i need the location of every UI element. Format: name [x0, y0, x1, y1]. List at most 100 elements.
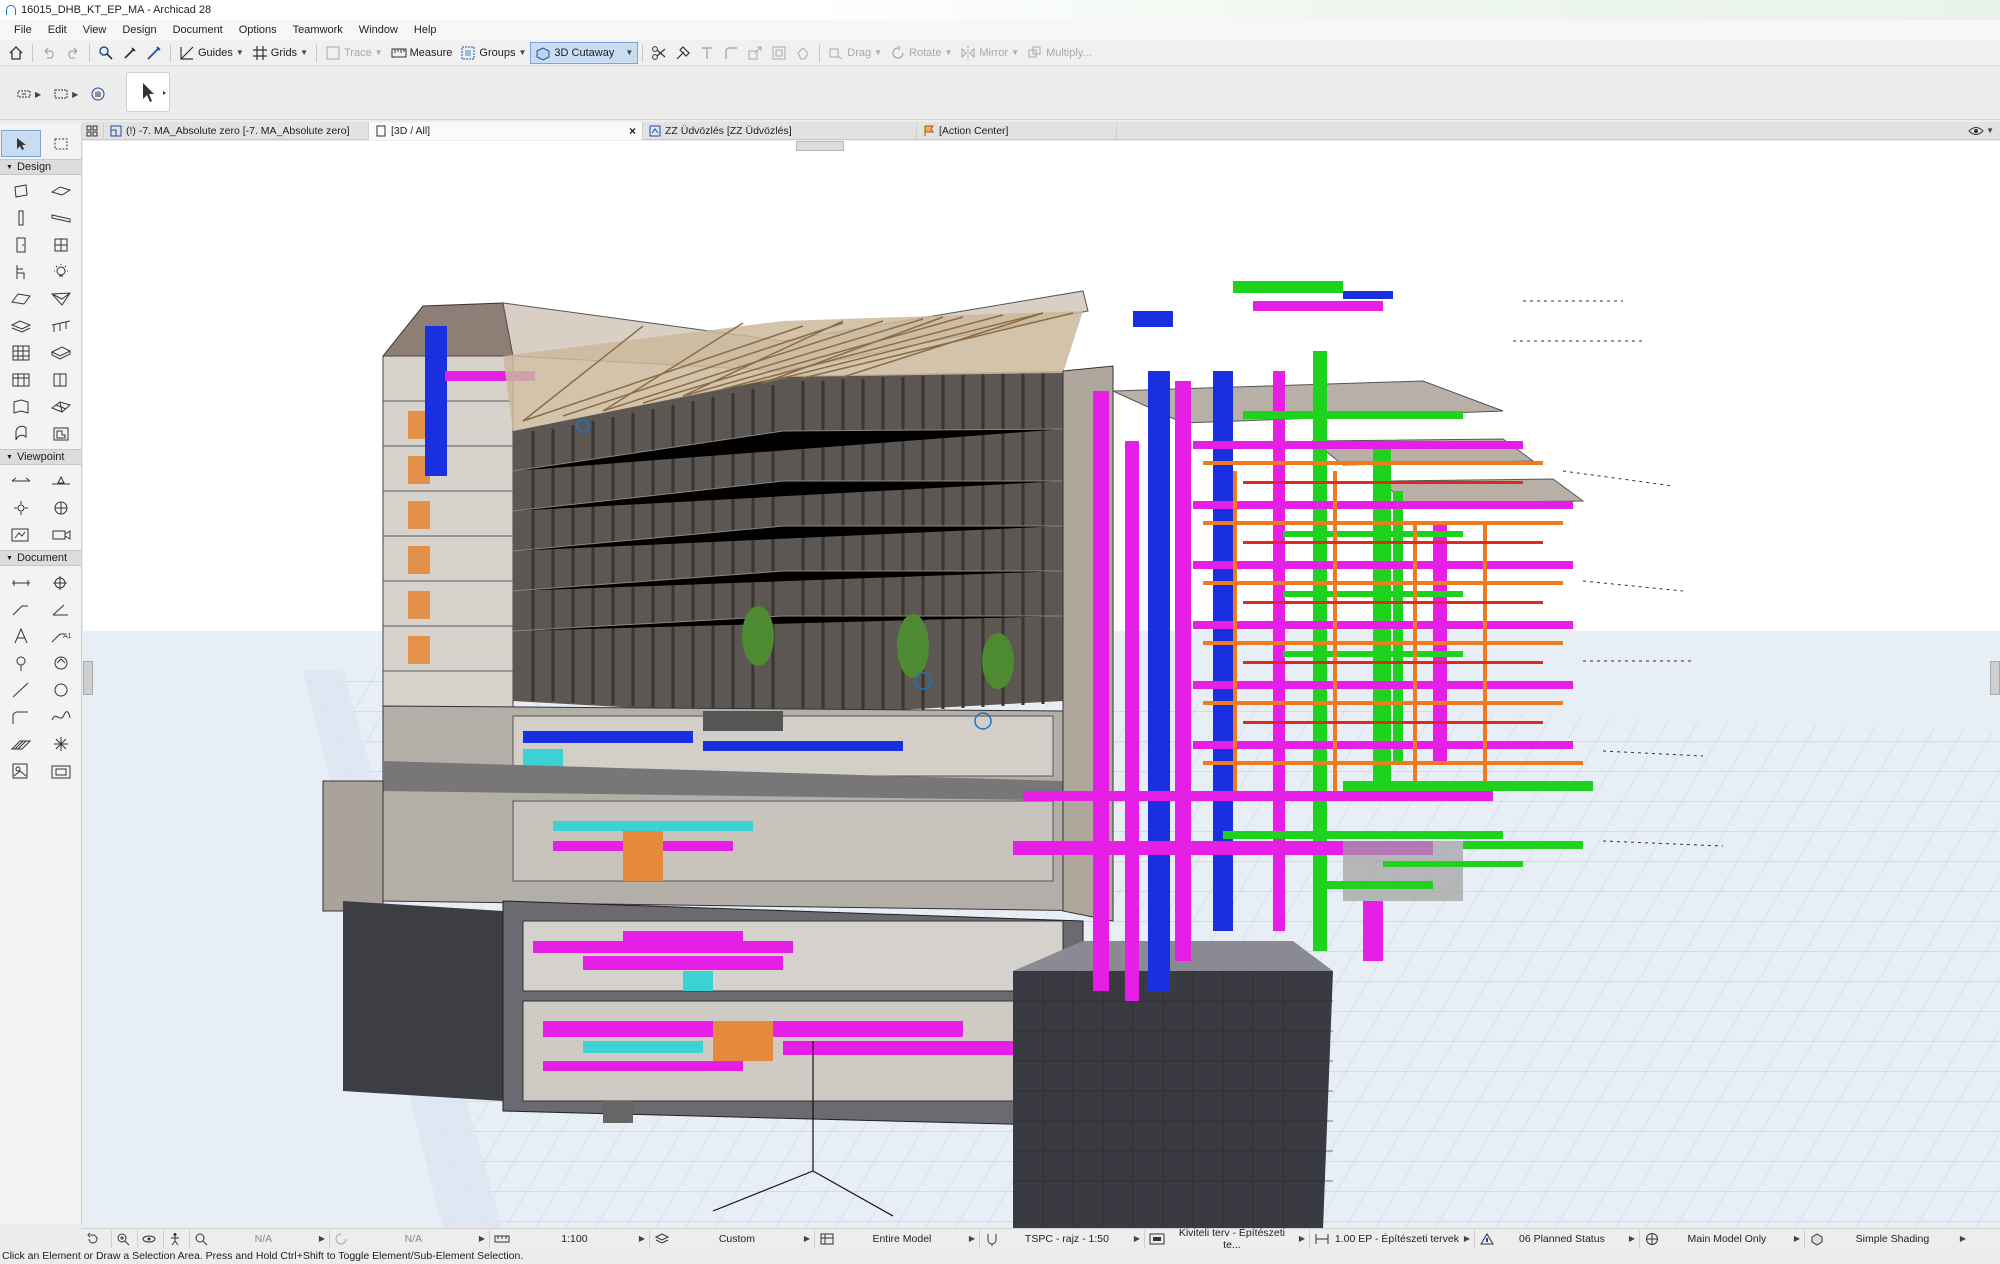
- undo-zoom-button[interactable]: [82, 1229, 112, 1248]
- tab-action-center[interactable]: [Action Center]: [917, 121, 1117, 140]
- marquee-tool[interactable]: [41, 130, 81, 157]
- scale-field[interactable]: 1:100 ▶: [490, 1229, 650, 1248]
- measure-button[interactable]: Measure: [387, 42, 457, 64]
- left-panel-handle[interactable]: [83, 661, 93, 695]
- object-tool[interactable]: [1, 258, 41, 285]
- grids-button[interactable]: Grids ▼: [248, 42, 312, 64]
- fillet-button[interactable]: [719, 42, 743, 64]
- skylight-tool[interactable]: [41, 366, 81, 393]
- shell-tool[interactable]: [41, 285, 81, 312]
- drag-button[interactable]: Drag ▼: [824, 42, 886, 64]
- zone-tool[interactable]: [1, 366, 41, 393]
- menu-window[interactable]: Window: [351, 24, 406, 36]
- change-tool[interactable]: [41, 649, 81, 676]
- elevation-tool[interactable]: [41, 467, 81, 494]
- line-tool[interactable]: [1, 676, 41, 703]
- menu-edit[interactable]: Edit: [40, 24, 75, 36]
- railing-tool[interactable]: [41, 312, 81, 339]
- mvo-field[interactable]: Kiviteli terv - Építészeti te... ▶: [1145, 1227, 1310, 1251]
- wall-tool[interactable]: [1, 177, 41, 204]
- find-select-button[interactable]: [94, 42, 118, 64]
- angle-field[interactable]: N/A ▶: [330, 1229, 490, 1248]
- tab-3d[interactable]: [3D / All] ×: [369, 121, 643, 140]
- orbit-button[interactable]: [138, 1229, 164, 1248]
- opening-tool[interactable]: [1, 393, 41, 420]
- detail-tool[interactable]: [1, 521, 41, 548]
- offset-button[interactable]: [767, 42, 791, 64]
- design-section-header[interactable]: ▼ Design: [0, 159, 81, 175]
- eyedropper-button[interactable]: [118, 42, 142, 64]
- viewpoint-section-header[interactable]: ▼ Viewpoint: [0, 449, 81, 465]
- walk-button[interactable]: [164, 1229, 190, 1248]
- camera-tool[interactable]: [41, 521, 81, 548]
- fill-tool[interactable]: [1, 649, 41, 676]
- menu-teamwork[interactable]: Teamwork: [285, 24, 351, 36]
- rotate-view-button[interactable]: [86, 83, 110, 105]
- undo-button[interactable]: [37, 42, 61, 64]
- column-tool[interactable]: [1, 204, 41, 231]
- figure-tool[interactable]: [1, 757, 41, 784]
- 3d-style-field[interactable]: Simple Shading ▶: [1805, 1230, 1970, 1248]
- structural-function-field[interactable]: Main Model Only ▶: [1640, 1229, 1805, 1248]
- mirror-button[interactable]: Mirror ▼: [956, 42, 1023, 64]
- 3d-viewport[interactable]: [83, 141, 2000, 1229]
- pen-set-field[interactable]: TSPC - rajz - 1:50 ▶: [980, 1229, 1145, 1248]
- drawing-tool[interactable]: [41, 757, 81, 784]
- guides-button[interactable]: Guides ▼: [175, 42, 248, 64]
- radial-dimension-tool[interactable]: [1, 595, 41, 622]
- 3d-cutaway-button[interactable]: 3D Cutaway ▼: [530, 41, 639, 64]
- interior-elevation-tool[interactable]: [1, 494, 41, 521]
- split-button[interactable]: [647, 42, 671, 64]
- trace-button[interactable]: Trace ▼: [321, 42, 387, 64]
- angle-dimension-tool[interactable]: [41, 595, 81, 622]
- resize-button[interactable]: [743, 42, 767, 64]
- dimension-standard-field[interactable]: 1.00 EP - Építészeti tervek ▶: [1310, 1229, 1475, 1248]
- home-button[interactable]: [4, 42, 28, 64]
- stair-tool[interactable]: [1, 312, 41, 339]
- lamp-tool[interactable]: [41, 258, 81, 285]
- equipment-tool[interactable]: [41, 420, 81, 447]
- close-icon[interactable]: ×: [629, 124, 636, 138]
- beam-tool[interactable]: [41, 204, 81, 231]
- morph-tool[interactable]: [41, 339, 81, 366]
- quick-selection-button[interactable]: ▶: [12, 83, 45, 105]
- mesh-tool[interactable]: [41, 393, 81, 420]
- zoom-in-button[interactable]: [112, 1229, 138, 1248]
- renovation-filter-field[interactable]: 06 Planned Status ▶: [1475, 1229, 1640, 1248]
- hatch-tool[interactable]: [1, 730, 41, 757]
- dimension-tool[interactable]: [1, 568, 41, 595]
- tab-floor-plan[interactable]: (!) -7. MA_Absolute zero [-7. MA_Absolut…: [104, 121, 369, 140]
- menu-design[interactable]: Design: [114, 24, 164, 36]
- groups-button[interactable]: Groups ▼: [456, 42, 530, 64]
- tab-overview-button[interactable]: [82, 121, 104, 140]
- menu-document[interactable]: Document: [165, 24, 231, 36]
- current-tool-panel[interactable]: [126, 72, 170, 112]
- model-view-field[interactable]: Entire Model ▶: [815, 1229, 980, 1248]
- level-dimension-tool[interactable]: [41, 568, 81, 595]
- menu-help[interactable]: Help: [406, 24, 445, 36]
- worksheet-tool[interactable]: [41, 494, 81, 521]
- right-panel-handle[interactable]: [1990, 661, 2000, 695]
- tab-worksheet[interactable]: ZZ Üdvözlés [ZZ Üdvözlés]: [643, 121, 917, 140]
- intersect-button[interactable]: [695, 42, 719, 64]
- viewport-top-handle[interactable]: [796, 141, 844, 151]
- zoom-field[interactable]: N/A ▶: [190, 1229, 330, 1248]
- layer-combination-field[interactable]: Custom ▶: [650, 1229, 815, 1248]
- polyline-tool[interactable]: [1, 703, 41, 730]
- menu-options[interactable]: Options: [231, 24, 285, 36]
- hotspot-tool[interactable]: [41, 730, 81, 757]
- split-poly-button[interactable]: [791, 42, 815, 64]
- menu-view[interactable]: View: [75, 24, 115, 36]
- curtain-wall-tool[interactable]: [1, 339, 41, 366]
- label-tool[interactable]: A1: [41, 622, 81, 649]
- arrow-tool[interactable]: [1, 130, 41, 157]
- slab-tool[interactable]: [41, 177, 81, 204]
- redo-button[interactable]: [61, 42, 85, 64]
- document-section-header[interactable]: ▼ Document: [0, 550, 81, 566]
- rotate-button[interactable]: Rotate ▼: [886, 42, 956, 64]
- adjust-button[interactable]: [671, 42, 695, 64]
- arc-tool[interactable]: [41, 676, 81, 703]
- text-tool[interactable]: [1, 622, 41, 649]
- roof-tool[interactable]: [1, 285, 41, 312]
- door-tool[interactable]: [1, 231, 41, 258]
